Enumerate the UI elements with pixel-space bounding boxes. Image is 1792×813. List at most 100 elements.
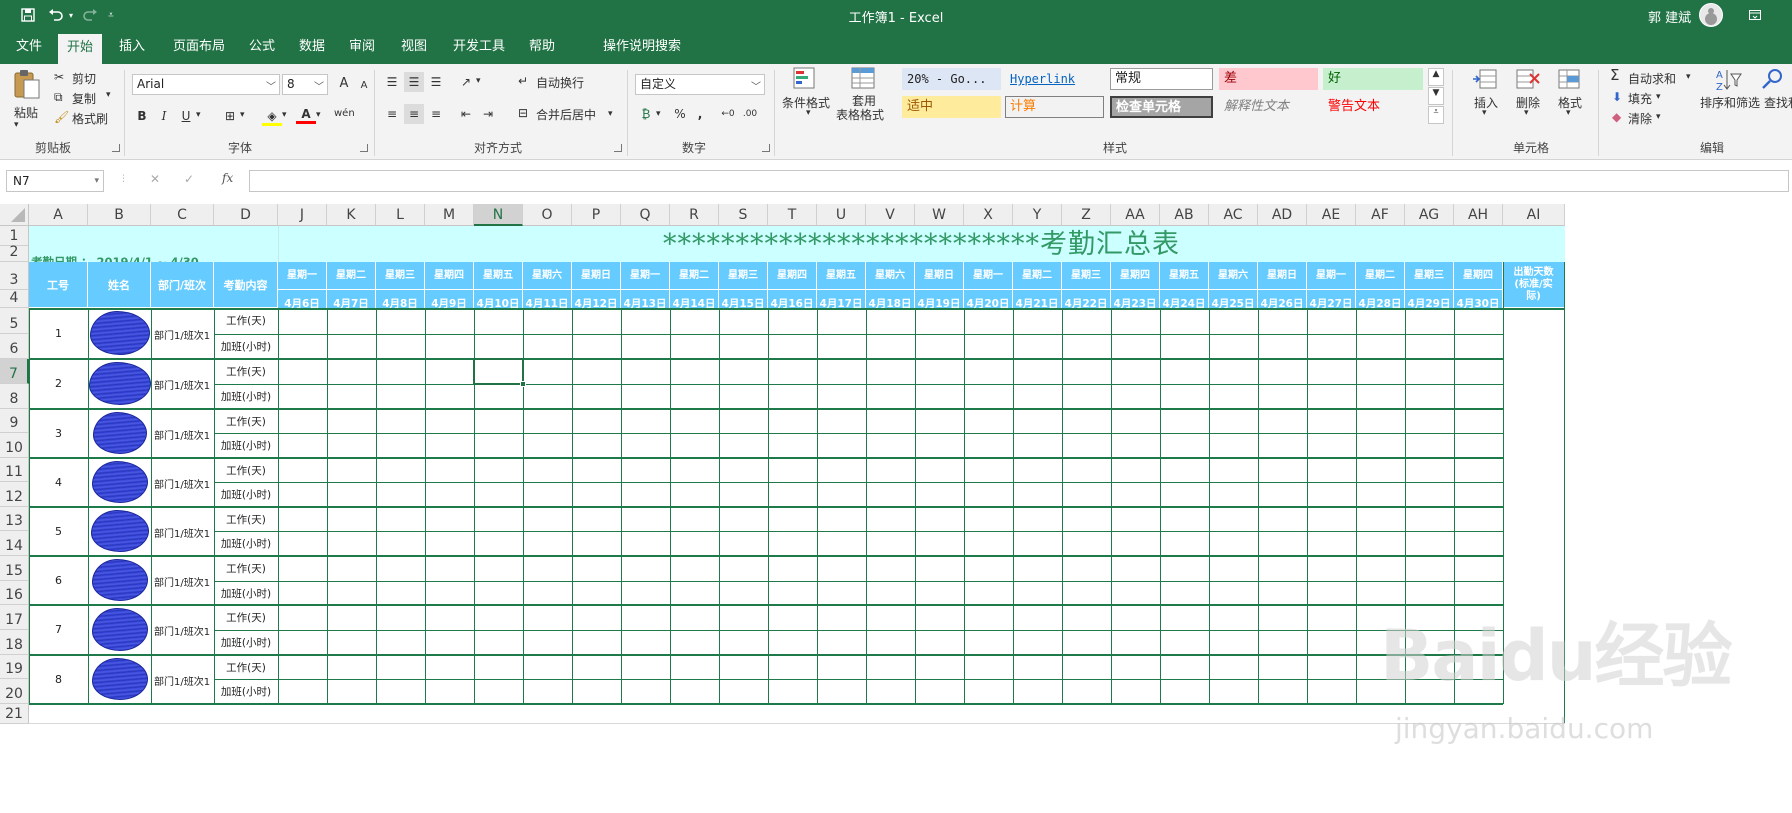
employee-photo[interactable]	[89, 311, 150, 355]
tell-me-search[interactable]: 操作说明搜索	[602, 30, 682, 64]
insert-dropdown-icon[interactable]: ▾	[1482, 108, 1487, 118]
tab-home[interactable]: 开始	[58, 34, 102, 64]
font-launcher-icon[interactable]	[360, 144, 368, 152]
column-header-m[interactable]: M	[425, 204, 474, 226]
autosum-dropdown-icon[interactable]: ▾	[1686, 72, 1691, 82]
style-warning[interactable]: 警告文本	[1323, 96, 1423, 118]
underline-button[interactable]: U	[176, 106, 196, 126]
align-center-icon[interactable]: ≡	[404, 104, 424, 124]
conditional-format-dropdown-icon[interactable]: ▾	[806, 108, 811, 118]
orientation-dropdown-icon[interactable]: ▾	[476, 76, 481, 86]
border-dropdown-icon[interactable]: ▾	[240, 110, 245, 120]
delete-dropdown-icon[interactable]: ▾	[1524, 108, 1529, 118]
row-header-11[interactable]: 11	[0, 458, 29, 482]
find-select-icon[interactable]	[1760, 66, 1788, 94]
column-header-aa[interactable]: AA	[1111, 204, 1160, 226]
autosum-icon[interactable]: Σ	[1610, 66, 1619, 84]
column-header-q[interactable]: Q	[621, 204, 670, 226]
row-header-18[interactable]: 18	[0, 630, 29, 655]
style-accent-20[interactable]: 20% - Go...	[902, 68, 1001, 90]
number-format-combo[interactable]: 自定义 ﹀	[635, 74, 765, 95]
eraser-icon[interactable]: ◆	[1612, 110, 1621, 124]
decrease-indent-icon[interactable]: ⇤	[456, 104, 476, 124]
orientation-icon[interactable]: ↗	[456, 72, 476, 92]
formula-input[interactable]	[249, 170, 1789, 192]
name-box[interactable]: N7 ▾	[6, 170, 104, 192]
employee-photo[interactable]	[88, 362, 151, 405]
row-header-17[interactable]: 17	[0, 605, 29, 630]
row-header-14[interactable]: 14	[0, 531, 29, 556]
column-header-ah[interactable]: AH	[1454, 204, 1503, 226]
format-as-table-label-2[interactable]: 表格格式	[836, 106, 884, 123]
format-as-table-icon[interactable]	[850, 66, 878, 94]
column-header-o[interactable]: O	[523, 204, 572, 226]
row-header-15[interactable]: 15	[0, 556, 29, 581]
copy-dropdown-icon[interactable]: ▾	[106, 90, 111, 100]
styles-scroll-up-icon[interactable]: ▲	[1428, 68, 1444, 86]
tab-review[interactable]: 审阅	[344, 30, 380, 64]
merge-dropdown-icon[interactable]: ▾	[608, 109, 613, 119]
formula-bar-grip-icon[interactable]: ⋮	[119, 174, 128, 184]
format-painter-icon[interactable]: 🖌	[54, 110, 69, 124]
row-header-16[interactable]: 16	[0, 581, 29, 605]
phonetic-icon[interactable]: wén	[334, 104, 355, 124]
underline-dropdown-icon[interactable]: ▾	[196, 110, 201, 120]
column-header-w[interactable]: W	[915, 204, 964, 226]
column-header-s[interactable]: S	[719, 204, 768, 226]
column-header-u[interactable]: U	[817, 204, 866, 226]
column-header-r[interactable]: R	[670, 204, 719, 226]
styles-more-icon[interactable]: ⩡	[1428, 106, 1444, 124]
style-check-cell[interactable]: 检查单元格	[1110, 96, 1213, 118]
alignment-launcher-icon[interactable]	[614, 144, 622, 152]
column-header-ac[interactable]: AC	[1209, 204, 1258, 226]
column-header-y[interactable]: Y	[1013, 204, 1062, 226]
style-calculation[interactable]: 计算	[1005, 96, 1104, 118]
insert-function-icon[interactable]: fx	[222, 171, 233, 185]
tab-view[interactable]: 视图	[396, 30, 432, 64]
employee-photo[interactable]	[91, 559, 148, 601]
paste-dropdown-icon[interactable]: ▾	[14, 120, 19, 130]
row-header-21[interactable]: 21	[0, 704, 29, 724]
tab-help[interactable]: 帮助	[524, 30, 560, 64]
sort-filter-button[interactable]: 排序和筛选	[1700, 94, 1760, 111]
copy-button[interactable]: 复制	[72, 90, 96, 107]
chevron-down-icon[interactable]: ▾	[94, 171, 99, 191]
employee-photo[interactable]	[91, 608, 148, 651]
employee-photo[interactable]	[92, 412, 147, 454]
employee-photo[interactable]	[91, 658, 148, 700]
align-bottom-icon[interactable]: ☰	[426, 72, 446, 92]
sort-filter-icon[interactable]: AZ	[1714, 66, 1742, 94]
tab-insert[interactable]: 插入	[112, 30, 152, 64]
percent-button[interactable]: %	[670, 104, 690, 124]
row-header-12[interactable]: 12	[0, 482, 29, 507]
border-icon[interactable]: ⊞	[220, 106, 240, 126]
column-header-ae[interactable]: AE	[1307, 204, 1356, 226]
increase-indent-icon[interactable]: ⇥	[478, 104, 498, 124]
row-header-5[interactable]: 5	[0, 308, 29, 334]
column-header-t[interactable]: T	[768, 204, 817, 226]
column-header-p[interactable]: P	[572, 204, 621, 226]
column-header-j[interactable]: J	[278, 204, 327, 226]
paste-icon[interactable]	[12, 68, 46, 102]
column-header-c[interactable]: C	[151, 204, 214, 226]
fill-handle[interactable]	[520, 381, 526, 387]
row-header-10[interactable]: 10	[0, 433, 29, 458]
grow-font-icon[interactable]: A	[334, 74, 354, 94]
find-select-button[interactable]: 查找和	[1764, 94, 1792, 111]
font-color-dropdown-icon[interactable]: ▾	[316, 110, 321, 120]
row-header-9[interactable]: 9	[0, 409, 29, 433]
bold-button[interactable]: B	[132, 106, 152, 126]
currency-dropdown-icon[interactable]: ▾	[656, 109, 661, 119]
align-left-icon[interactable]: ≡	[382, 104, 402, 124]
font-name-combo[interactable]: Arial ﹀	[132, 74, 280, 95]
row-header-1[interactable]: 1	[0, 226, 29, 246]
enter-icon[interactable]: ✓	[184, 172, 194, 186]
align-middle-icon[interactable]: ☰	[404, 72, 424, 92]
column-header-af[interactable]: AF	[1356, 204, 1405, 226]
clipboard-launcher-icon[interactable]	[112, 144, 120, 152]
cancel-icon[interactable]: ✕	[150, 172, 160, 186]
tab-data[interactable]: 数据	[294, 30, 330, 64]
style-hyperlink[interactable]: Hyperlink	[1005, 68, 1104, 90]
ribbon-display-icon[interactable]	[1740, 0, 1770, 30]
row-header-2[interactable]: 2	[0, 244, 29, 262]
